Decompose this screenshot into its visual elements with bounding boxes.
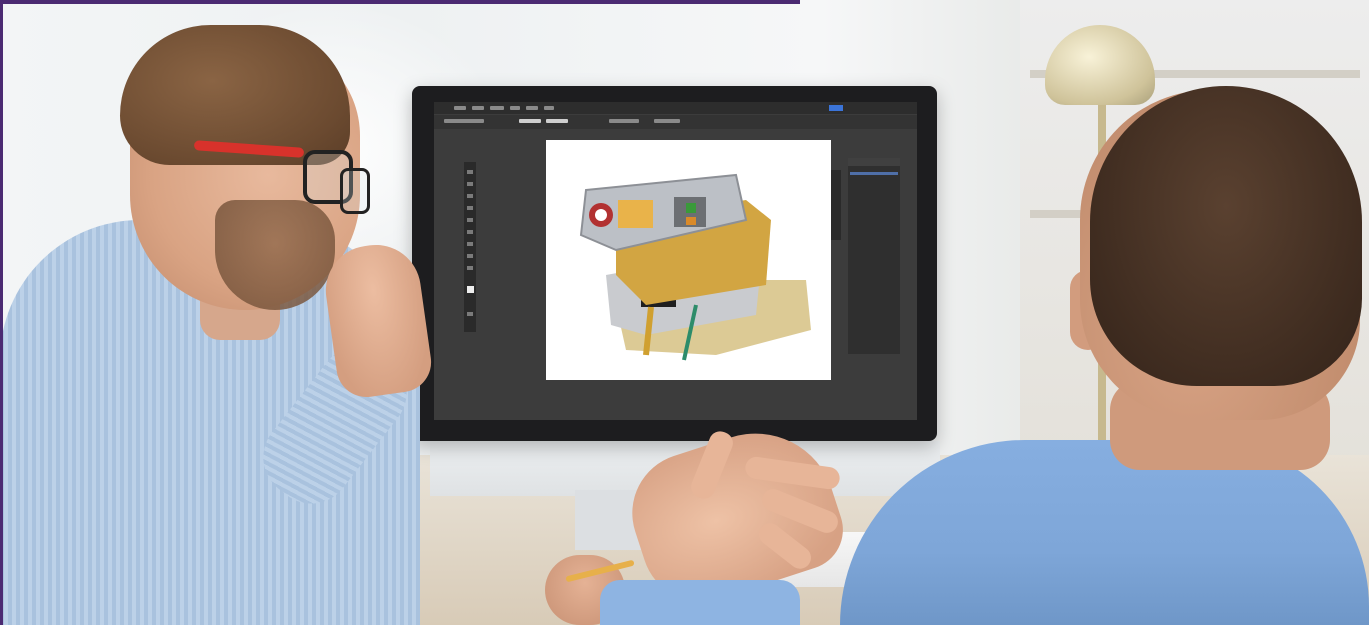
monitor [412, 86, 937, 441]
artboard [546, 140, 831, 380]
accent-edge [0, 0, 3, 625]
exploded-device-illustration [579, 173, 811, 361]
share-button [829, 105, 843, 111]
glasses-lens [340, 168, 370, 214]
tools-panel [464, 162, 476, 332]
person-right-sleeve [600, 580, 800, 625]
app-menubar [434, 102, 917, 114]
person-right-hair [1090, 86, 1362, 386]
monitor-screen [434, 102, 917, 420]
layers-panel [848, 158, 900, 354]
accent-bar [0, 0, 800, 4]
app-options-bar [434, 115, 917, 129]
photo-scene [0, 0, 1369, 625]
panel-dock [831, 170, 841, 240]
